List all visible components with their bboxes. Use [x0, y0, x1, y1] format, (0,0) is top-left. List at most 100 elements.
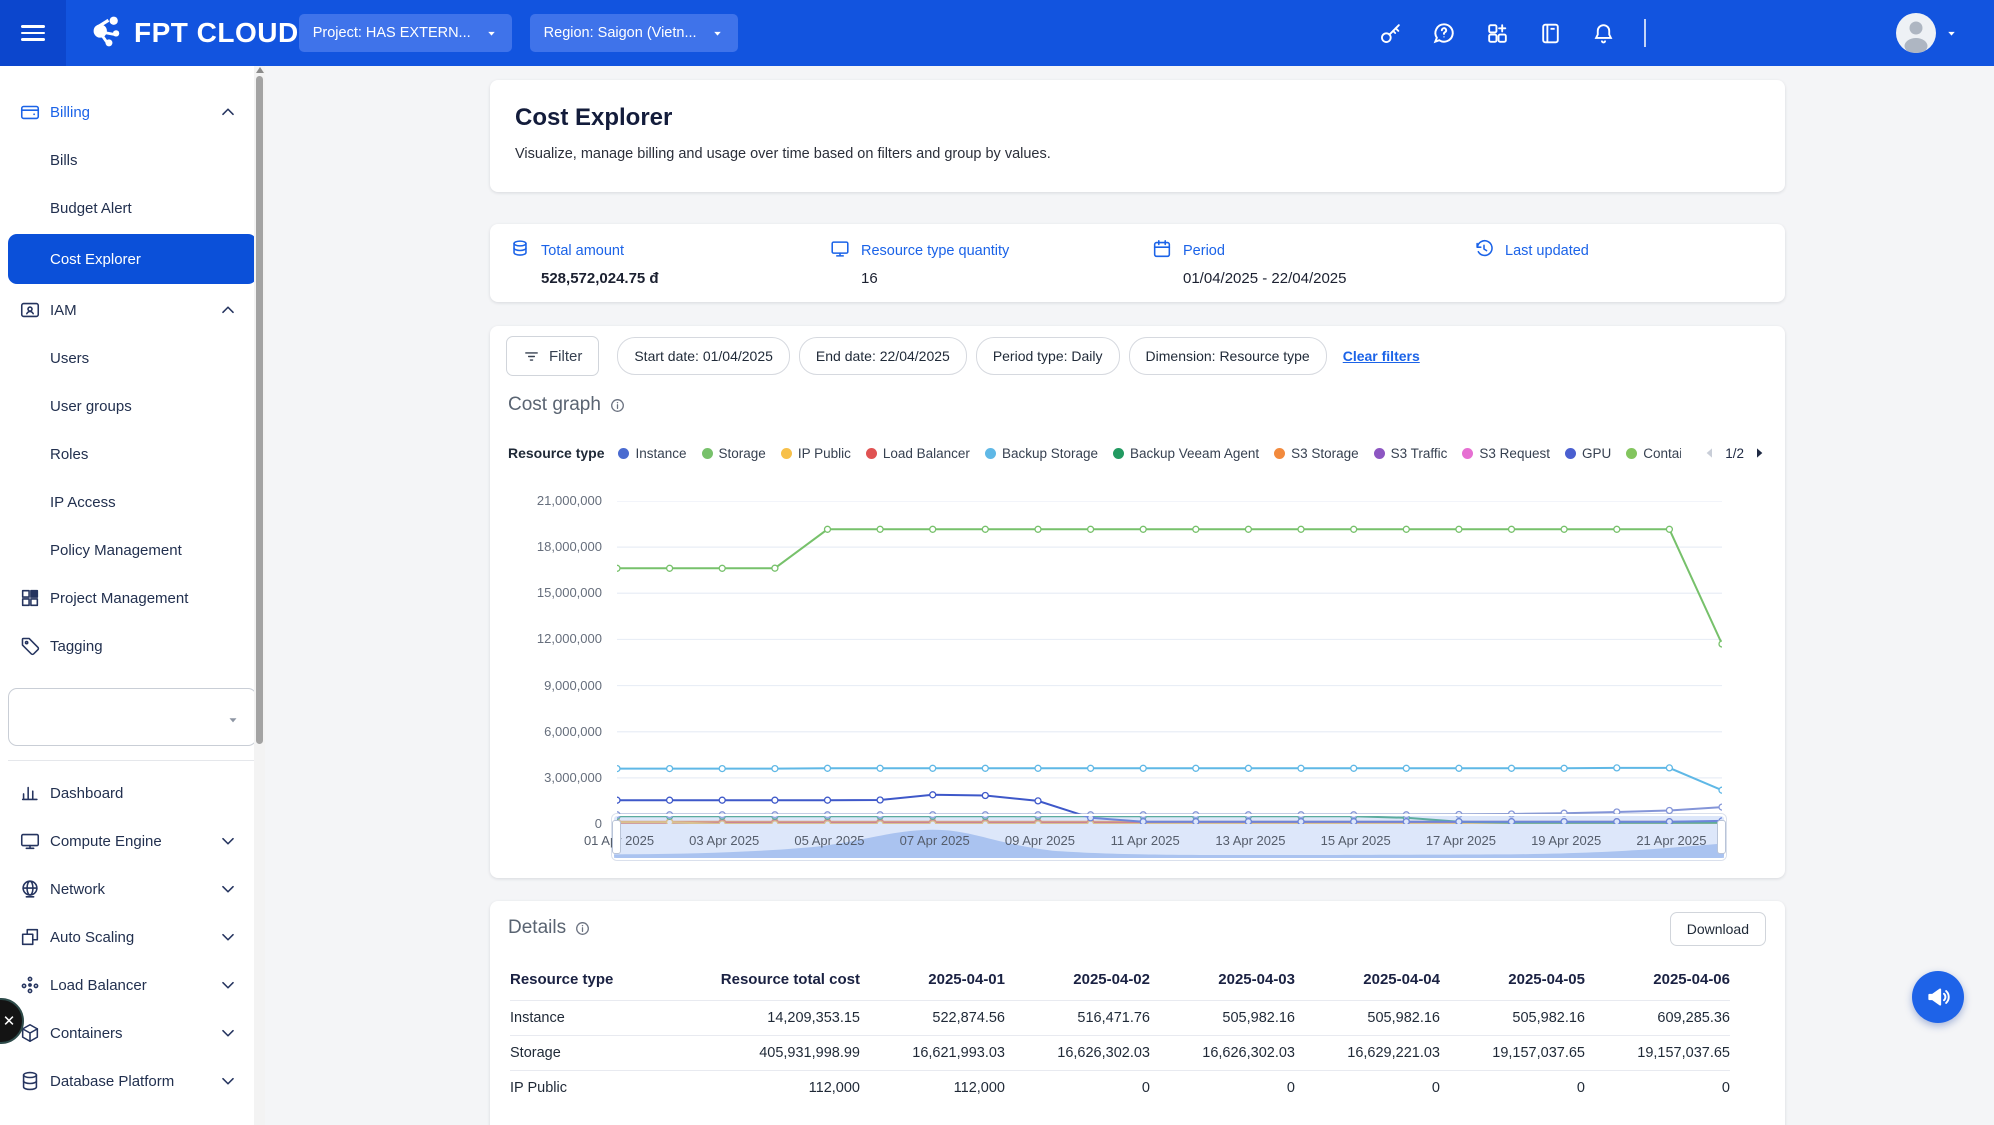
nodes-icon [19, 974, 41, 996]
history-icon [1473, 238, 1495, 264]
x-axis-tick: 19 Apr 2025 [1531, 833, 1601, 848]
announcement-button[interactable] [1912, 971, 1964, 1023]
project-selector[interactable]: Project: HAS EXTERN... [299, 14, 512, 52]
screen-icon [829, 238, 851, 260]
sidebar-item-users[interactable]: Users [0, 334, 265, 382]
chevdown-icon [217, 1070, 239, 1092]
legend-item-gpu[interactable]: GPU [1565, 446, 1611, 461]
filter-button[interactable]: Filter [506, 336, 599, 376]
legend-dot [1113, 448, 1124, 459]
sidebar-scrollbar-thumb[interactable] [256, 76, 263, 744]
legend-dot [702, 448, 713, 459]
resource-type-cell: Storage [510, 1036, 680, 1071]
filter-chip-0[interactable]: Start date: 01/04/2025 [617, 337, 790, 375]
x-axis-tick: 21 Apr 2025 [1636, 833, 1706, 848]
sidebar-item-billing[interactable]: Billing [0, 88, 265, 136]
cost-cell: 19,157,037.65 [1585, 1036, 1730, 1071]
filter-chip-1[interactable]: End date: 22/04/2025 [799, 337, 967, 375]
chevron-down-icon [217, 926, 239, 948]
support-chat-icon[interactable] [1431, 20, 1457, 46]
chart-icon [19, 782, 41, 804]
legend-prev-icon[interactable] [1702, 445, 1718, 461]
filter-chip-3[interactable]: Dimension: Resource type [1129, 337, 1327, 375]
legend-item-s3-request[interactable]: S3 Request [1462, 446, 1550, 461]
sidebar-item-user-groups[interactable]: User groups [0, 382, 265, 430]
cost-cell: 16,626,302.03 [1150, 1036, 1295, 1071]
project-icon [19, 587, 41, 609]
sidebar-item-database-platform[interactable]: Database Platform [0, 1057, 265, 1105]
summary-label: Total amount [541, 243, 624, 259]
legend-item-s3-traffic[interactable]: S3 Traffic [1374, 446, 1448, 461]
legend-page-indicator: 1/2 [1725, 446, 1744, 461]
sidebar-item-bills[interactable]: Bills [0, 136, 265, 184]
details-title: Details [508, 917, 591, 939]
globe-icon [19, 878, 41, 900]
key-icon[interactable] [1378, 21, 1403, 46]
legend-item-load-balancer[interactable]: Load Balancer [866, 446, 970, 461]
chart-brush[interactable]: 01 Apr 202503 Apr 202505 Apr 202507 Apr … [612, 814, 1726, 860]
chart-plot [617, 501, 1722, 824]
sidebar-item-auto-scaling[interactable]: Auto Scaling [0, 913, 265, 961]
filter-chip-2[interactable]: Period type: Daily [976, 337, 1120, 375]
sidebar-item-roles[interactable]: Roles [0, 430, 265, 478]
legend-item-instance[interactable]: Instance [618, 446, 686, 461]
sidebar-item-ip-access[interactable]: IP Access [0, 478, 265, 526]
download-button[interactable]: Download [1670, 912, 1766, 946]
sidebar-item-load-balancer[interactable]: Load Balancer [0, 961, 265, 1009]
apps-grid-icon[interactable] [1485, 21, 1510, 46]
notifications-bell-icon[interactable] [1591, 21, 1616, 46]
legend-item-backup-veeam-agent[interactable]: Backup Veeam Agent [1113, 446, 1259, 461]
filter-chips: Start date: 01/04/2025End date: 22/04/20… [617, 337, 1326, 375]
chevron-up-icon [217, 299, 239, 321]
sidebar-item-policy-management[interactable]: Policy Management [0, 526, 265, 574]
sidebar-item-label: User groups [50, 398, 132, 415]
sidebar-item-budget-alert[interactable]: Budget Alert [0, 184, 265, 232]
info-icon[interactable] [574, 920, 591, 937]
navbar-actions [1364, 0, 1994, 66]
legend-item-backup-storage[interactable]: Backup Storage [985, 446, 1098, 461]
sidebar-item-compute-engine[interactable]: Compute Engine [0, 817, 265, 865]
sidebar: BillingBillsBudget AlertCost ExplorerIAM… [0, 66, 265, 1125]
sidebar-scrollbar[interactable] [254, 66, 265, 1125]
user-menu[interactable] [1890, 12, 1964, 54]
menu-button[interactable] [0, 0, 66, 66]
chevron-down-icon [217, 830, 239, 852]
x-axis-tick: 09 Apr 2025 [1005, 833, 1075, 848]
docs-icon[interactable] [1538, 21, 1563, 46]
sidebar-item-network[interactable]: Network [0, 865, 265, 913]
monitor-icon [19, 830, 41, 852]
clear-filters-link[interactable]: Clear filters [1343, 348, 1420, 364]
sidebar-item-iam[interactable]: IAM [0, 286, 265, 334]
y-axis-tick: 15,000,000 [490, 585, 602, 600]
legend-next-icon[interactable] [1751, 445, 1767, 461]
sidebar-item-dashboard[interactable]: Dashboard [0, 769, 265, 817]
wallet-icon [19, 101, 41, 123]
summary-label: Last updated [1505, 243, 1589, 259]
legend-item-container-registry[interactable]: Container Registry [1626, 446, 1681, 461]
scrollbar-up-arrow[interactable] [256, 67, 264, 73]
chevron-down-icon [217, 1022, 239, 1044]
sidebar-item-project-management[interactable]: Project Management [0, 574, 265, 622]
info-icon[interactable] [609, 397, 626, 414]
sidebar-item-cost-explorer[interactable]: Cost Explorer [8, 234, 257, 284]
sidebar-project-select[interactable] [8, 688, 257, 746]
logo-text: FPT CLOUD [134, 17, 299, 49]
chevron-down-icon [711, 27, 724, 40]
summary-value: 01/04/2025 - 22/04/2025 [1183, 270, 1346, 287]
cost-cell: 19,157,037.65 [1440, 1036, 1585, 1071]
cost-cell: 405,931,998.99 [680, 1036, 860, 1071]
region-selector[interactable]: Region: Saigon (Vietn... [530, 14, 738, 52]
fpt-cloud-logo[interactable]: FPT CLOUD [86, 12, 299, 55]
brush-handle-left[interactable] [612, 820, 621, 854]
column-header: Resource type [510, 959, 680, 1001]
cost-cell: 16,626,302.03 [1005, 1036, 1150, 1071]
x-axis-tick: 13 Apr 2025 [1215, 833, 1285, 848]
brush-handle-right[interactable] [1717, 820, 1726, 854]
legend-item-storage[interactable]: Storage [702, 446, 766, 461]
legend-item-ip-public[interactable]: IP Public [781, 446, 851, 461]
sidebar-item-containers[interactable]: Containers [0, 1009, 265, 1057]
sidebar-item-tagging[interactable]: Tagging [0, 622, 265, 670]
legend-item-s3-storage[interactable]: S3 Storage [1274, 446, 1359, 461]
y-axis-tick: 21,000,000 [490, 493, 602, 508]
hamburger-icon [21, 25, 45, 41]
